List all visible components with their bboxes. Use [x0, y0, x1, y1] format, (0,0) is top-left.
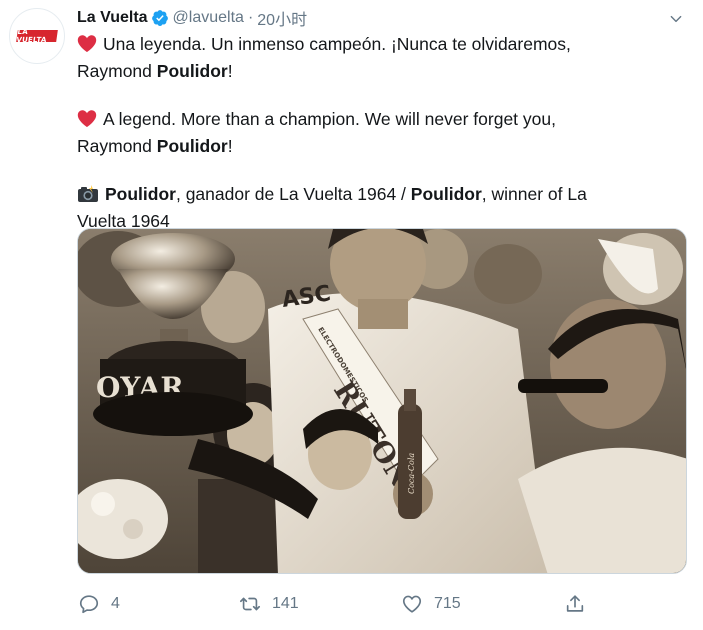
retweet-icon — [238, 592, 262, 616]
like-button[interactable]: 715 — [400, 590, 461, 618]
tweet-text: Una leyenda. Un inmenso campeón. ¡Nunca … — [77, 32, 677, 233]
heart-icon — [400, 592, 424, 616]
chevron-down-icon[interactable] — [666, 9, 686, 29]
reply-count: 4 — [111, 595, 120, 612]
avatar[interactable]: LA VUELTA — [9, 8, 65, 64]
verified-badge-icon — [151, 9, 169, 27]
like-count: 715 — [434, 595, 461, 612]
timestamp[interactable]: 20小时 — [257, 6, 307, 30]
tweet[interactable]: LA VUELTA La Vuelta @lavuelta · 20小时 Una… — [0, 0, 703, 630]
tweet-header: La Vuelta @lavuelta · 20小时 — [77, 7, 307, 29]
camera-flash-emoji — [77, 185, 99, 209]
author-handle[interactable]: @lavuelta — [173, 9, 244, 27]
author-name[interactable]: La Vuelta — [77, 9, 148, 27]
reply-icon — [77, 592, 101, 616]
share-button[interactable] — [563, 590, 587, 618]
separator-dot: · — [247, 9, 254, 26]
retweet-count: 141 — [272, 595, 299, 612]
spanish-paragraph: Una leyenda. Un inmenso campeón. ¡Nunca … — [77, 34, 571, 81]
red-heart-emoji — [77, 34, 97, 59]
caption-paragraph: Poulidor, ganador de La Vuelta 1964 / Po… — [77, 184, 587, 231]
reply-button[interactable]: 4 — [77, 590, 120, 618]
tweet-actions: 4 141 715 — [77, 590, 597, 618]
red-heart-emoji — [77, 109, 97, 134]
la-vuelta-logo: LA VUELTA — [16, 28, 58, 44]
retweet-button[interactable]: 141 — [238, 590, 299, 618]
bottle-text: Coca-Cola — [407, 453, 416, 494]
english-paragraph: A legend. More than a champion. We will … — [77, 109, 556, 156]
share-icon — [563, 592, 587, 616]
tweet-photo[interactable]: ELECTRODOMESTICOS RUTON ASC OYAR Coca-Co… — [77, 228, 687, 574]
